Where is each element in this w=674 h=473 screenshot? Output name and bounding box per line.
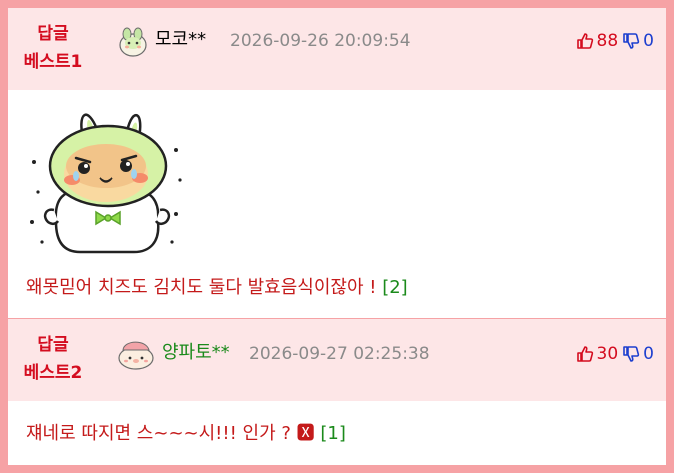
vote-area: 88 0 [576, 29, 654, 53]
thumbs-down-icon [623, 346, 640, 362]
upvote-count: 88 [596, 31, 619, 51]
green-bunny-hood-character-sticker-icon [30, 113, 182, 254]
vote-area: 30 0 [576, 342, 654, 366]
downvote-button[interactable]: 0 [622, 342, 654, 366]
thumbs-up-icon [576, 346, 593, 362]
comment-content: 왜못믿어 치즈도 김치도 둘다 발효음식이잖아 ! [26, 277, 377, 298]
comment-header: 답글 베스트2 양파토** 2026-09-27 02:25:38 30 0 [8, 319, 666, 401]
reply-count-link[interactable]: [1] [320, 423, 346, 444]
upvote-count: 30 [596, 344, 619, 364]
best-reply-badge: 답글 베스트2 [8, 331, 98, 387]
comment-date: 2026-09-27 02:25:38 [249, 344, 430, 364]
comment-nickname[interactable]: 양파토** [162, 341, 230, 365]
upvote-button[interactable]: 88 [576, 29, 619, 53]
pink-creature-avatar-icon[interactable] [116, 337, 156, 371]
comment-header: 답글 베스트1 모코** 2026-09-26 20:09:54 88 0 [8, 8, 666, 90]
comment-body: 왜못믿어 치즈도 김치도 둘다 발효음식이잖아 ! [2] [8, 90, 666, 318]
comment-date: 2026-09-26 20:09:54 [230, 31, 411, 51]
thumbs-down-icon [623, 33, 640, 49]
comment-text: 쟤네로 따지면 스~~~시!!! 인가 ? 🆇 [1] [26, 422, 346, 446]
best-reply-badge: 답글 베스트1 [8, 20, 98, 76]
downvote-button[interactable]: 0 [622, 29, 654, 53]
downvote-count: 0 [643, 344, 654, 364]
badge-line1: 답글 [37, 335, 69, 355]
thumbs-up-icon [576, 33, 593, 49]
badge-line1: 답글 [37, 24, 69, 44]
badge-line2: 베스트2 [23, 363, 83, 383]
downvote-count: 0 [643, 31, 654, 51]
comment-nickname[interactable]: 모코** [155, 28, 206, 52]
comment-body: 쟤네로 따지면 스~~~시!!! 인가 ? 🆇 [1] [8, 401, 666, 465]
upvote-button[interactable]: 30 [576, 342, 619, 366]
comment-content: 쟤네로 따지면 스~~~시!!! 인가 ? 🆇 [26, 423, 315, 444]
green-creature-avatar-icon[interactable] [116, 26, 150, 58]
reply-count-link[interactable]: [2] [382, 277, 408, 298]
comment-text: 왜못믿어 치즈도 김치도 둘다 발효음식이잖아 ! [2] [26, 276, 408, 300]
badge-line2: 베스트1 [23, 52, 83, 72]
